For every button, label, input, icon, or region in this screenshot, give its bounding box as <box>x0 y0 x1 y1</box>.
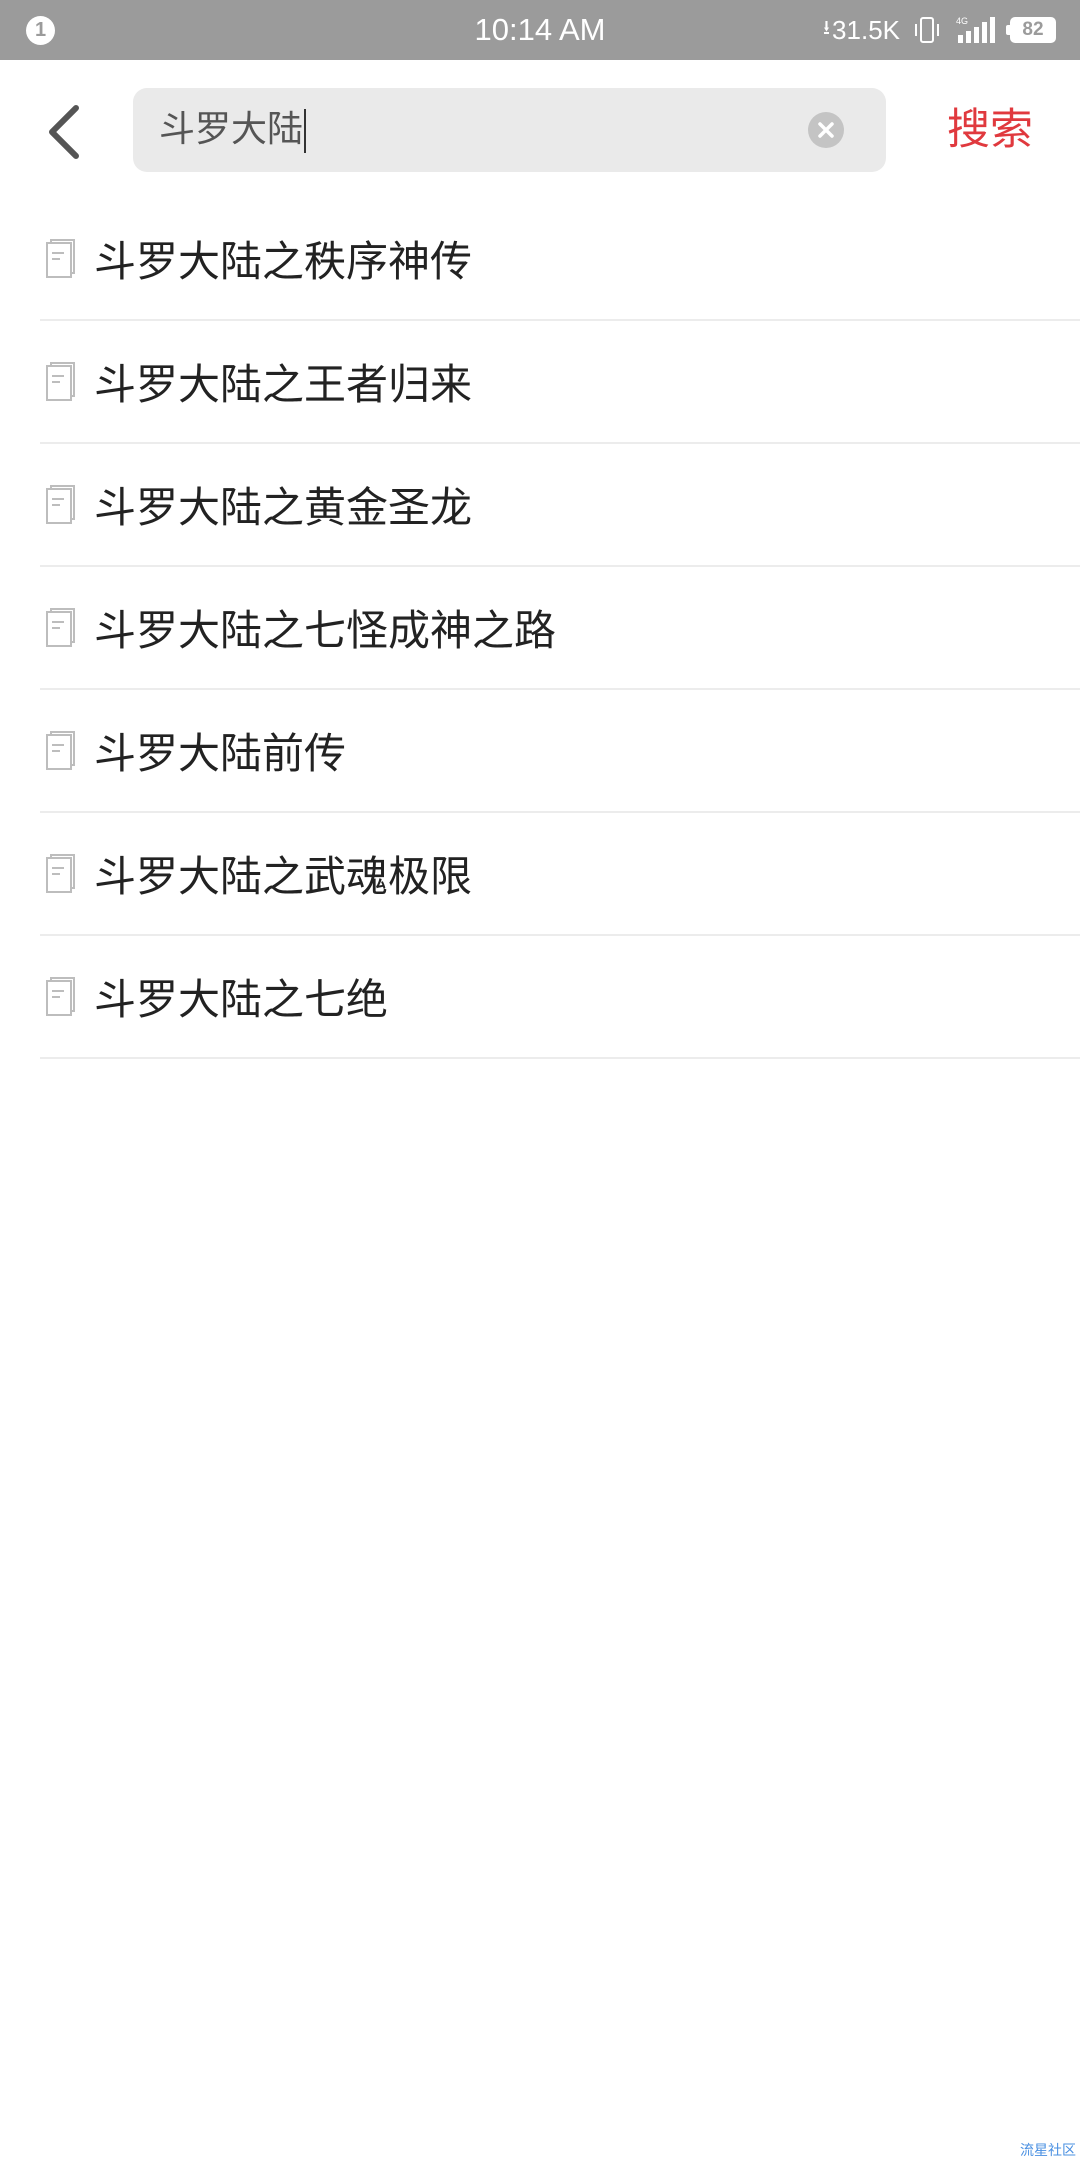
suggestion-item[interactable]: 斗罗大陆之王者归来 <box>40 321 1080 444</box>
search-box[interactable]: 斗罗大陆 <box>133 88 886 172</box>
net-speed-value: 31.5K <box>832 14 900 45</box>
suggestion-item[interactable]: 斗罗大陆之武魂极限 <box>40 813 1080 936</box>
suggestion-item[interactable]: 斗罗大陆之黄金圣龙 <box>40 444 1080 567</box>
suggestion-label: 斗罗大陆之七绝 <box>94 975 389 1024</box>
text-caret <box>304 109 307 153</box>
book-icon <box>46 607 75 647</box>
signal-icon: 4G <box>956 16 995 43</box>
suggestion-label: 斗罗大陆前传 <box>94 729 347 778</box>
suggestion-item[interactable]: 斗罗大陆之秩序神传 <box>40 198 1080 321</box>
network-type-label: 4G <box>956 16 968 26</box>
clear-icon <box>818 122 834 138</box>
book-icon <box>46 238 75 278</box>
search-query: 斗罗大陆 <box>159 109 304 150</box>
suggestion-label: 斗罗大陆之武魂极限 <box>94 852 473 901</box>
suggestion-label: 斗罗大陆之秩序神传 <box>94 237 473 286</box>
clear-button[interactable] <box>808 112 844 148</box>
watermark: 流星社区 <box>1020 2143 1076 2159</box>
chevron-left-icon <box>49 105 79 159</box>
download-arrow-icon: ⭳ <box>823 17 831 39</box>
vibrate-icon <box>915 17 939 43</box>
status-bar: 1 10:14 AM ⭳ 31.5K 4G 82 <box>0 0 1080 60</box>
suggestion-label: 斗罗大陆之王者归来 <box>94 360 473 409</box>
book-icon <box>46 730 75 770</box>
net-speed: ⭳ 31.5K <box>823 13 900 47</box>
suggestion-item[interactable]: 斗罗大陆之七绝 <box>40 936 1080 1059</box>
book-icon <box>46 976 75 1016</box>
search-button[interactable]: 搜索 <box>930 92 1050 168</box>
book-icon <box>46 853 75 893</box>
suggestion-list: 斗罗大陆之秩序神传 斗罗大陆之王者归来 斗罗大陆之黄金圣龙 斗罗大陆之七怪成神之… <box>40 198 1080 1059</box>
search-input[interactable]: 斗罗大陆 <box>159 88 779 172</box>
suggestion-item[interactable]: 斗罗大陆之七怪成神之路 <box>40 567 1080 690</box>
battery-icon: 82 <box>1006 17 1056 43</box>
back-button[interactable] <box>34 92 94 172</box>
book-icon <box>46 484 75 524</box>
suggestion-label: 斗罗大陆之黄金圣龙 <box>94 483 473 532</box>
book-icon <box>46 361 75 401</box>
suggestion-item[interactable]: 斗罗大陆前传 <box>40 690 1080 813</box>
status-icons: ⭳ 31.5K 4G 82 <box>823 0 1056 60</box>
suggestion-label: 斗罗大陆之七怪成神之路 <box>94 606 557 655</box>
